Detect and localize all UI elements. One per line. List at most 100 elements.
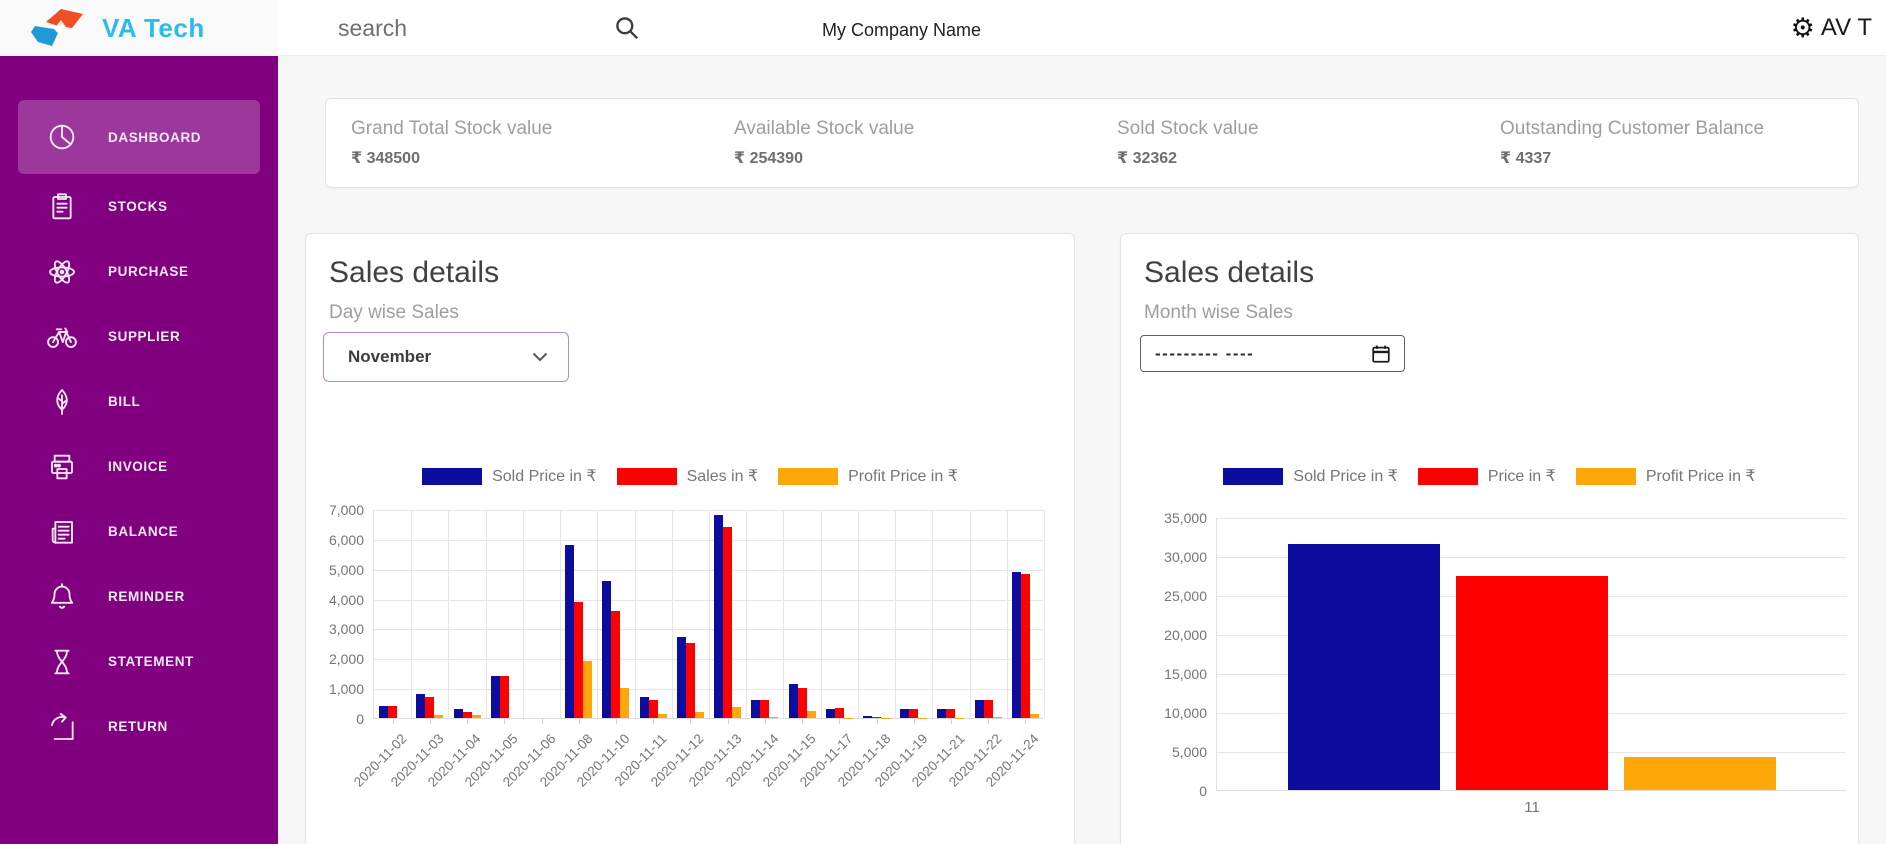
legend-item[interactable]: Sold Price in ₹ xyxy=(1223,466,1397,486)
sidebar-item-reminder[interactable]: REMINDER xyxy=(18,564,260,629)
bar-group xyxy=(560,545,597,718)
month-date-input[interactable]: --------- ---- xyxy=(1140,335,1405,372)
day-sales-chart: 01,0002,0003,0004,0005,0006,0007,0002020… xyxy=(373,510,1043,719)
sidebar-item-bill[interactable]: BILL xyxy=(18,369,260,434)
x-axis-tick xyxy=(653,719,654,724)
legend-item[interactable]: Profit Price in ₹ xyxy=(778,466,958,486)
legend-label: Profit Price in ₹ xyxy=(1646,466,1756,486)
sidebar-item-label: BALANCE xyxy=(108,524,178,539)
bar-group xyxy=(1007,572,1044,718)
x-axis-tick xyxy=(579,719,580,724)
legend-item[interactable]: Profit Price in ₹ xyxy=(1576,466,1756,486)
sidebar-item-return[interactable]: RETURN xyxy=(18,694,260,759)
stat-label: Available Stock value xyxy=(734,118,1092,140)
bar xyxy=(807,711,816,718)
chevron-down-icon xyxy=(532,352,548,362)
search-input[interactable] xyxy=(338,15,593,42)
y-axis-tick-label: 4,000 xyxy=(306,592,364,608)
x-axis-tick xyxy=(914,719,915,724)
legend-item[interactable]: Price in ₹ xyxy=(1418,466,1556,486)
stat-block: Grand Total Stock value ₹ 348500 xyxy=(326,118,709,168)
hourglass-icon xyxy=(46,646,78,678)
x-axis-tick xyxy=(1025,719,1026,724)
y-axis-tick-label: 5,000 xyxy=(306,562,364,578)
bar xyxy=(472,715,481,718)
sidebar: DASHBOARD STOCKS PURCHASE SUPPLIER BILL … xyxy=(0,56,278,844)
bar xyxy=(416,694,425,718)
bar xyxy=(379,706,388,718)
stats-card: Grand Total Stock value ₹ 348500 Availabl… xyxy=(325,98,1859,188)
legend-item[interactable]: Sales in ₹ xyxy=(617,466,759,486)
gridline xyxy=(970,510,971,718)
user-menu[interactable]: AV T xyxy=(1821,14,1872,42)
bar xyxy=(1021,574,1030,718)
stat-label: Sold Stock value xyxy=(1117,118,1475,140)
gridline xyxy=(1217,518,1846,519)
month-dropdown[interactable]: November xyxy=(323,332,569,382)
gear-icon[interactable]: ⚙ xyxy=(1791,15,1815,42)
return-arrow-icon xyxy=(46,711,78,743)
bar xyxy=(649,700,658,718)
x-axis-tick xyxy=(877,719,878,724)
brand-logo[interactable]: VA Tech xyxy=(0,0,278,56)
bar xyxy=(872,717,881,718)
bar-group xyxy=(821,708,858,718)
bar xyxy=(863,716,872,718)
day-sales-card: Sales details Day wise Sales November So… xyxy=(305,233,1075,844)
sidebar-item-label: DASHBOARD xyxy=(108,130,201,145)
sidebar-item-stocks[interactable]: STOCKS xyxy=(18,174,260,239)
sidebar-item-purchase[interactable]: PURCHASE xyxy=(18,239,260,304)
bar xyxy=(984,700,993,719)
user-area: ⚙ AV T xyxy=(1791,0,1872,56)
sidebar-item-invoice[interactable]: INVOICE xyxy=(18,434,260,499)
bicycle-icon xyxy=(46,321,78,353)
bar xyxy=(491,676,500,718)
legend-label: Sold Price in ₹ xyxy=(492,466,596,486)
y-axis-tick-label: 15,000 xyxy=(1149,666,1207,682)
gridline xyxy=(523,510,524,718)
y-axis-tick-label: 10,000 xyxy=(1149,705,1207,721)
x-axis-tick xyxy=(504,719,505,724)
month-chart-legend: Sold Price in ₹ Price in ₹ Profit Price … xyxy=(1121,466,1858,486)
y-axis-tick-label: 20,000 xyxy=(1149,627,1207,643)
bar-group xyxy=(932,709,969,718)
bar xyxy=(1288,544,1440,791)
sidebar-item-label: RETURN xyxy=(108,719,168,734)
y-axis-tick-label: 6,000 xyxy=(306,532,364,548)
main-content: Grand Total Stock value ₹ 348500 Availabl… xyxy=(278,56,1886,844)
bar xyxy=(826,709,835,718)
bar xyxy=(937,709,946,718)
calendar-icon[interactable] xyxy=(1370,343,1392,365)
month-sales-subtitle: Month wise Sales xyxy=(1144,302,1293,324)
search-icon[interactable] xyxy=(613,14,640,44)
month-dropdown-value: November xyxy=(348,347,431,367)
bar xyxy=(1012,572,1021,718)
gridline xyxy=(448,510,449,718)
bar xyxy=(835,708,844,718)
sidebar-item-dashboard[interactable]: DASHBOARD xyxy=(18,100,260,174)
bar xyxy=(583,661,592,718)
bar xyxy=(1456,576,1608,790)
x-axis-tick xyxy=(951,719,952,724)
bar-group xyxy=(746,700,783,718)
sidebar-item-supplier[interactable]: SUPPLIER xyxy=(18,304,260,369)
stat-block: Sold Stock value ₹ 32362 xyxy=(1092,118,1475,168)
sidebar-item-balance[interactable]: BALANCE xyxy=(18,499,260,564)
legend-item[interactable]: Sold Price in ₹ xyxy=(422,466,596,486)
sidebar-item-label: STATEMENT xyxy=(108,654,194,669)
y-axis-tick-label: 0 xyxy=(306,711,364,727)
bar xyxy=(686,643,695,718)
bar xyxy=(602,581,611,718)
company-name: My Company Name xyxy=(822,0,981,56)
brand-name: VA Tech xyxy=(102,13,205,44)
sidebar-item-statement[interactable]: STATEMENT xyxy=(18,629,260,694)
bar xyxy=(975,700,984,719)
bar xyxy=(574,602,583,718)
legend-swatch xyxy=(1418,468,1478,485)
bar xyxy=(993,717,1002,718)
pie-chart-icon xyxy=(46,121,78,153)
y-axis-tick-label: 5,000 xyxy=(1149,744,1207,760)
gridline xyxy=(411,510,412,718)
x-axis-tick xyxy=(690,719,691,724)
y-axis-tick-label: 3,000 xyxy=(306,621,364,637)
